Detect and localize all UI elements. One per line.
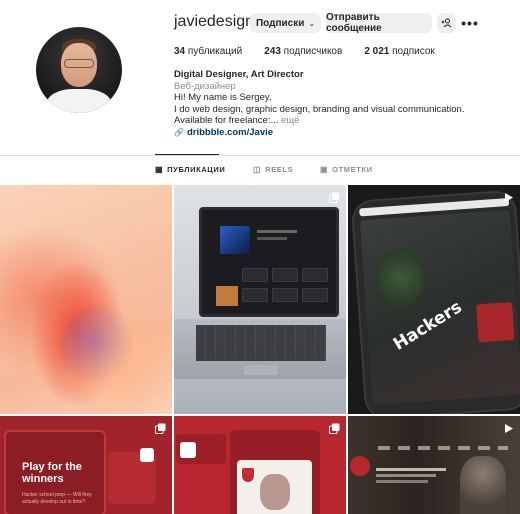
post-6-site-text bbox=[376, 474, 436, 477]
post-6-figure bbox=[460, 456, 506, 514]
post-3-red-block bbox=[476, 302, 515, 343]
bio-line-1: Hi! My name is Sergey, bbox=[174, 92, 272, 103]
post-2-screen-card bbox=[302, 288, 328, 302]
post-2-screen-accent bbox=[216, 286, 238, 306]
post-5-shield bbox=[242, 468, 254, 482]
tab-tagged-label: ОТМЕТКИ bbox=[332, 165, 373, 174]
add-user-button[interactable] bbox=[437, 13, 456, 33]
carousel-icon bbox=[153, 421, 167, 435]
carousel-icon bbox=[327, 421, 341, 435]
post-1-gradient-shape bbox=[60, 305, 140, 395]
bio-line-2: I do web design, graphic design, brandin… bbox=[174, 103, 465, 115]
chevron-down-icon: ⌄ bbox=[308, 18, 316, 28]
add-user-icon bbox=[441, 18, 452, 28]
avatar-glasses bbox=[64, 59, 94, 68]
tabs-divider bbox=[0, 155, 520, 156]
more-options-button[interactable]: ••• bbox=[460, 13, 480, 33]
tag-icon: ▣ bbox=[320, 165, 329, 174]
post-6-site-nav bbox=[378, 446, 508, 450]
post-tile-2[interactable] bbox=[174, 185, 346, 414]
bio-line-3-wrap: Available for freelance:... ещё bbox=[174, 115, 474, 127]
profile-avatar[interactable] bbox=[36, 27, 122, 113]
post-tile-6[interactable] bbox=[348, 416, 520, 514]
avatar-shirt bbox=[46, 89, 112, 113]
profile-bio: Digital Designer, Art Director Веб-дизай… bbox=[174, 69, 474, 138]
bio-more-link[interactable]: ещё bbox=[281, 115, 299, 126]
reels-icon: ◫ bbox=[253, 165, 262, 174]
bio-line-3: Available for freelance:... bbox=[174, 115, 279, 126]
send-message-button-label: Отправить сообщение bbox=[326, 12, 382, 34]
post-tile-1[interactable] bbox=[0, 185, 172, 414]
post-2-trackpad bbox=[244, 365, 278, 375]
reel-play-icon bbox=[501, 421, 515, 435]
posts-label: публикаций bbox=[187, 46, 243, 57]
active-tab-indicator bbox=[155, 154, 219, 155]
carousel-icon bbox=[327, 190, 341, 204]
bio-name: Digital Designer, Art Director bbox=[174, 69, 304, 80]
tab-reels-label: REELS bbox=[265, 165, 294, 174]
bio-website-text: dribbble.com/Javie bbox=[186, 126, 274, 138]
subscriptions-button[interactable]: Подписки ⌄ bbox=[250, 13, 321, 33]
tab-reels[interactable]: ◫ REELS bbox=[253, 165, 293, 174]
post-2-screen-card bbox=[242, 288, 268, 302]
post-2-laptop-screen bbox=[199, 207, 339, 317]
post-3-plant bbox=[375, 246, 427, 310]
grid-icon: ▦ bbox=[155, 165, 164, 174]
post-3-phone: Hackers bbox=[350, 189, 520, 414]
post-2-screen-heading bbox=[257, 230, 297, 233]
posts-count: 34 bbox=[174, 46, 186, 57]
post-6-site-logo bbox=[350, 456, 370, 476]
link-icon: 🔗 bbox=[174, 127, 184, 137]
following-count: 2 021 bbox=[364, 46, 390, 57]
following-stat[interactable]: 2 021 подписок bbox=[364, 46, 434, 57]
post-5-character bbox=[260, 474, 290, 510]
post-2-screen-logo bbox=[220, 226, 250, 254]
bio-website-link[interactable]: 🔗 dribbble.com/Javie bbox=[174, 127, 474, 139]
post-2-screen-card bbox=[272, 268, 298, 282]
post-4-title: Play for the winners bbox=[22, 461, 82, 485]
tab-publications[interactable]: ▦ ПУБЛИКАЦИИ bbox=[155, 165, 225, 174]
post-5-mini-logo bbox=[180, 442, 196, 458]
post-2-keyboard bbox=[196, 325, 326, 361]
reel-play-icon bbox=[501, 190, 515, 204]
send-message-button[interactable]: Отправить сообщение bbox=[326, 12, 432, 34]
post-6-site-heading bbox=[376, 468, 446, 471]
following-label: подписок bbox=[392, 46, 435, 57]
post-4-badge-logo bbox=[140, 448, 154, 462]
followers-stat[interactable]: 243 подписчиков bbox=[264, 46, 342, 57]
post-6-site-text bbox=[376, 480, 428, 483]
more-dots-icon: ••• bbox=[461, 15, 479, 31]
post-3-phone-screen: Hackers bbox=[359, 209, 520, 405]
post-2-screen-card bbox=[302, 268, 328, 282]
posts-stat[interactable]: 34 публикаций bbox=[174, 46, 242, 57]
tab-publications-label: ПУБЛИКАЦИИ bbox=[167, 165, 226, 174]
followers-count: 243 bbox=[264, 46, 281, 57]
post-tile-3[interactable]: Hackers bbox=[348, 185, 520, 414]
bio-category: Веб-дизайнер bbox=[174, 80, 236, 92]
post-2-screen-card bbox=[272, 288, 298, 302]
profile-stats: 34 публикаций 243 подписчиков 2 021 подп… bbox=[174, 46, 457, 57]
post-tile-5[interactable] bbox=[174, 416, 346, 514]
subscriptions-button-label: Подписки bbox=[255, 17, 305, 29]
post-2-screen-subheading bbox=[257, 237, 287, 240]
post-4-subtitle: Hacker school prep — Will they actually … bbox=[22, 492, 92, 505]
followers-label: подписчиков bbox=[283, 46, 343, 57]
post-tile-4[interactable]: Play for the winners Hacker school prep … bbox=[0, 416, 172, 514]
tab-tagged[interactable]: ▣ ОТМЕТКИ bbox=[320, 165, 373, 174]
post-2-screen-card bbox=[242, 268, 268, 282]
